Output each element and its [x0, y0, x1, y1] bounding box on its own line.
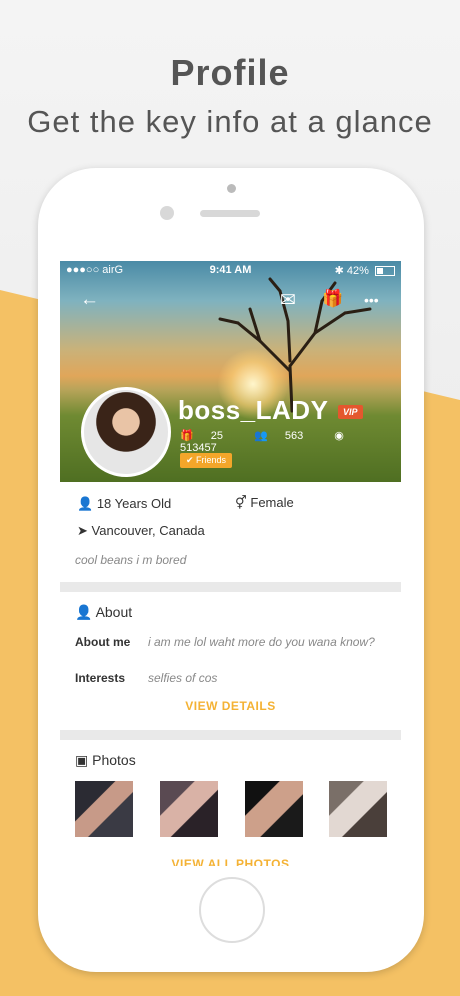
home-button[interactable] [199, 877, 265, 943]
bluetooth-icon: ✱ [334, 265, 344, 277]
hero-title: Profile [170, 52, 290, 93]
front-camera [227, 184, 236, 193]
about-me-label: About me [75, 635, 131, 649]
person-icon: 👤 [75, 604, 93, 620]
cover-photo: ●●●○○ airG 9:41 AM ✱ 42% ← ✉ 🎁 ••• boss_… [60, 261, 401, 482]
person-icon: 👤 [77, 496, 94, 511]
photo-thumbnail[interactable] [75, 781, 133, 837]
view-all-photos-button[interactable]: VIEW ALL PHOTOS [60, 857, 401, 866]
gifts-stat: 🎁 25 [180, 430, 237, 442]
friends-badge: ✔ Friends [180, 453, 233, 468]
photo-thumbnail[interactable] [329, 781, 387, 837]
about-title-text: About [95, 604, 133, 620]
back-arrow-icon[interactable]: ← [80, 289, 99, 311]
friends-icon: 👥 [254, 430, 268, 442]
app-screen: ●●●○○ airG 9:41 AM ✱ 42% ← ✉ 🎁 ••• boss_… [60, 261, 401, 866]
about-title: 👤 About [75, 604, 132, 621]
message-icon[interactable]: ✉ [280, 289, 296, 312]
location-row: ➤ Vancouver, Canada [77, 523, 205, 539]
profile-stats: 🎁 25 👥 563 ◉ 513457 [180, 429, 401, 454]
gift-icon[interactable]: 🎁 [322, 289, 343, 309]
age-text: 18 Years Old [96, 496, 172, 511]
gift-small-icon: 🎁 [180, 430, 194, 442]
gifts-count: 25 [210, 430, 224, 442]
gender-text: Female [250, 495, 294, 510]
location-arrow-icon: ➤ [77, 523, 88, 538]
eye-icon: ◉ [334, 430, 344, 442]
status-bar: ●●●○○ airG 9:41 AM ✱ 42% [60, 264, 401, 278]
gender-row: ⚥ Female [235, 495, 294, 511]
location-text: Vancouver, Canada [91, 523, 205, 538]
vip-badge: VIP [338, 405, 363, 419]
battery-icon [375, 266, 395, 277]
proximity-sensor [160, 206, 174, 220]
age-row: 👤 18 Years Old [77, 496, 171, 512]
photo-thumbnail[interactable] [245, 781, 303, 837]
interests-value: selfies of cos [148, 671, 218, 685]
avatar[interactable] [81, 387, 171, 477]
earpiece-speaker [200, 210, 260, 217]
battery-percent: 42% [346, 265, 369, 277]
view-details-button[interactable]: VIEW DETAILS [60, 699, 401, 713]
image-icon: ▣ [75, 752, 89, 768]
photos-title: ▣ Photos [75, 752, 136, 769]
friends-stat: 👥 563 [254, 430, 317, 442]
hero-subtitle: Get the key info at a glance [27, 104, 433, 139]
interests-label: Interests [75, 671, 126, 685]
about-me-value: i am me lol waht more do you wana know? [148, 635, 375, 649]
bio-text: cool beans i m bored [75, 553, 187, 567]
battery-status: ✱ 42% [335, 264, 395, 277]
username: boss_LADY [178, 395, 329, 425]
photo-thumbnail[interactable] [160, 781, 218, 837]
more-icon[interactable]: ••• [364, 292, 379, 308]
friends-count: 563 [284, 430, 304, 442]
gender-icon: ⚥ [235, 495, 247, 510]
photos-title-text: Photos [92, 752, 136, 768]
